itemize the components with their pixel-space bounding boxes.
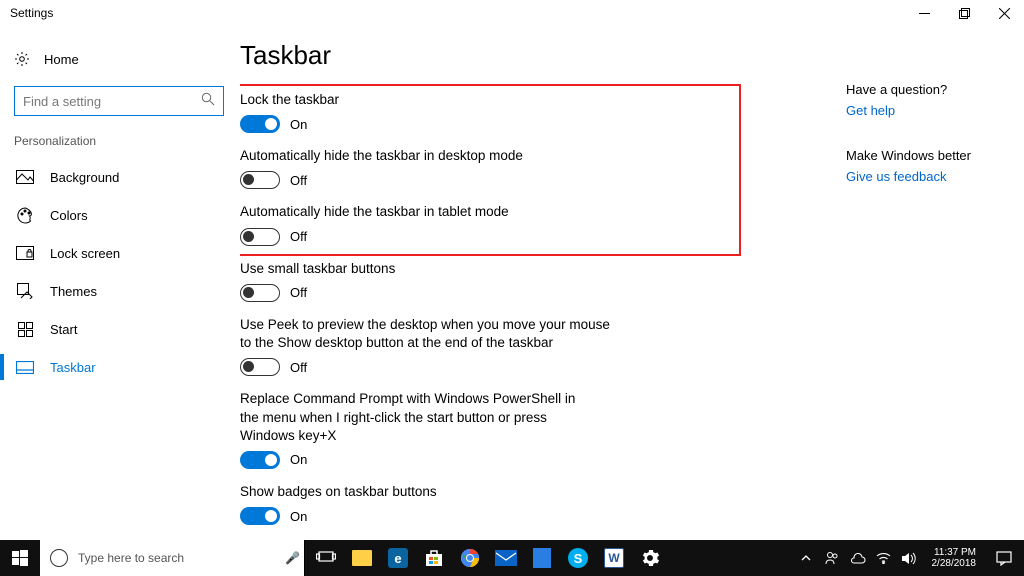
tray-volume-icon[interactable] (900, 540, 920, 576)
taskbar-app-settings[interactable] (633, 540, 667, 576)
sidebar-item-label: Colors (50, 208, 88, 223)
taskbar-app-file-explorer[interactable] (345, 540, 379, 576)
themes-icon (14, 283, 36, 299)
sidebar-item-label: Background (50, 170, 119, 185)
feedback-heading: Make Windows better (846, 148, 996, 163)
clock-date: 2/28/2018 (932, 558, 977, 570)
taskbar-search[interactable]: Type here to search 🎤 (40, 540, 305, 576)
setting-label: Automatically hide the taskbar in tablet… (240, 203, 610, 221)
toggle-autohide-desktop[interactable] (240, 171, 280, 189)
sidebar-item-label: Start (50, 322, 77, 337)
toggle-state: Off (290, 229, 307, 244)
sidebar-item-lock-screen[interactable]: Lock screen (14, 234, 240, 272)
sidebar-item-label: Themes (50, 284, 97, 299)
taskbar-search-placeholder: Type here to search (78, 551, 275, 565)
toggle-autohide-tablet[interactable] (240, 228, 280, 246)
tray-people-icon[interactable] (822, 540, 842, 576)
home-button[interactable]: Home (14, 44, 240, 74)
setting-label: Show badges on taskbar buttons (240, 483, 610, 501)
toggle-lock-taskbar[interactable] (240, 115, 280, 133)
sidebar-item-start[interactable]: Start (14, 310, 240, 348)
system-tray: 11:37 PM 2/28/2018 (796, 540, 1024, 576)
window-title: Settings (10, 6, 53, 20)
taskbar-clock[interactable]: 11:37 PM 2/28/2018 (926, 547, 983, 570)
start-icon (14, 322, 36, 337)
taskbar-icon (14, 361, 36, 374)
window-controls (904, 0, 1024, 26)
tray-chevron-up-icon[interactable] (796, 540, 816, 576)
toggle-state: On (290, 509, 307, 524)
nav-category: Personalization (14, 134, 240, 148)
setting-label: Lock the taskbar (240, 91, 610, 109)
taskbar-app-word[interactable]: W (597, 540, 631, 576)
store-icon (424, 548, 444, 568)
sidebar: Home Personalization Background Colors L… (0, 26, 240, 540)
help-pane: Have a question? Get help Make Windows b… (846, 82, 996, 214)
toggle-small-buttons[interactable] (240, 284, 280, 302)
toggle-state: On (290, 452, 307, 467)
gear-icon (14, 51, 30, 67)
home-label: Home (44, 52, 79, 67)
microphone-icon[interactable]: 🎤 (285, 551, 300, 565)
folder-icon (352, 550, 372, 566)
word-icon: W (604, 548, 624, 568)
setting-label: Replace Command Prompt with Windows Powe… (240, 390, 590, 445)
sidebar-item-label: Lock screen (50, 246, 120, 261)
toggle-state: On (290, 117, 307, 132)
sidebar-item-taskbar[interactable]: Taskbar (14, 348, 240, 386)
close-button[interactable] (984, 0, 1024, 26)
taskbar-app-chrome[interactable] (453, 540, 487, 576)
taskbar-app-generic-1[interactable] (525, 540, 559, 576)
toggle-state: Off (290, 173, 307, 188)
action-center-button[interactable] (988, 540, 1020, 576)
feedback-link[interactable]: Give us feedback (846, 169, 996, 184)
mail-icon (495, 550, 517, 566)
sidebar-item-themes[interactable]: Themes (14, 272, 240, 310)
maximize-button[interactable] (944, 0, 984, 26)
tray-cloud-icon[interactable] (848, 540, 868, 576)
settings-search[interactable] (14, 86, 224, 116)
windows-taskbar: Type here to search 🎤 e S W (0, 540, 1024, 576)
lock-screen-icon (14, 246, 36, 260)
tray-wifi-icon[interactable] (874, 540, 894, 576)
toggle-peek[interactable] (240, 358, 280, 376)
toggle-badges[interactable] (240, 507, 280, 525)
app-icon (533, 548, 551, 568)
start-button[interactable] (0, 540, 40, 576)
toggle-state: Off (290, 285, 307, 300)
task-view-button[interactable] (309, 540, 343, 576)
search-icon (201, 92, 215, 111)
toggle-state: Off (290, 360, 307, 375)
sidebar-item-label: Taskbar (50, 360, 96, 375)
taskbar-app-store[interactable] (417, 540, 451, 576)
setting-label: Use Peek to preview the desktop when you… (240, 316, 610, 352)
search-input[interactable] (23, 94, 193, 109)
main-panel: Taskbar Lock the taskbar On Automaticall… (240, 26, 1024, 540)
page-title: Taskbar (240, 40, 1024, 71)
skype-icon: S (568, 548, 588, 568)
clock-time: 11:37 PM (932, 547, 977, 559)
edge-icon: e (388, 548, 408, 568)
taskbar-app-skype[interactable]: S (561, 540, 595, 576)
setting-label: Automatically hide the taskbar in deskto… (240, 147, 610, 165)
chrome-icon (460, 548, 480, 568)
settings-gear-icon (640, 548, 660, 568)
sidebar-item-background[interactable]: Background (14, 158, 240, 196)
colors-icon (14, 207, 36, 224)
title-bar: Settings (0, 0, 1024, 26)
get-help-link[interactable]: Get help (846, 103, 996, 118)
setting-label: Use small taskbar buttons (240, 260, 610, 278)
taskbar-app-mail[interactable] (489, 540, 523, 576)
task-view-icon (316, 548, 336, 568)
background-icon (14, 170, 36, 184)
help-heading: Have a question? (846, 82, 996, 97)
cortana-icon (50, 549, 68, 567)
sidebar-item-colors[interactable]: Colors (14, 196, 240, 234)
toggle-powershell[interactable] (240, 451, 280, 469)
minimize-button[interactable] (904, 0, 944, 26)
taskbar-app-edge[interactable]: e (381, 540, 415, 576)
